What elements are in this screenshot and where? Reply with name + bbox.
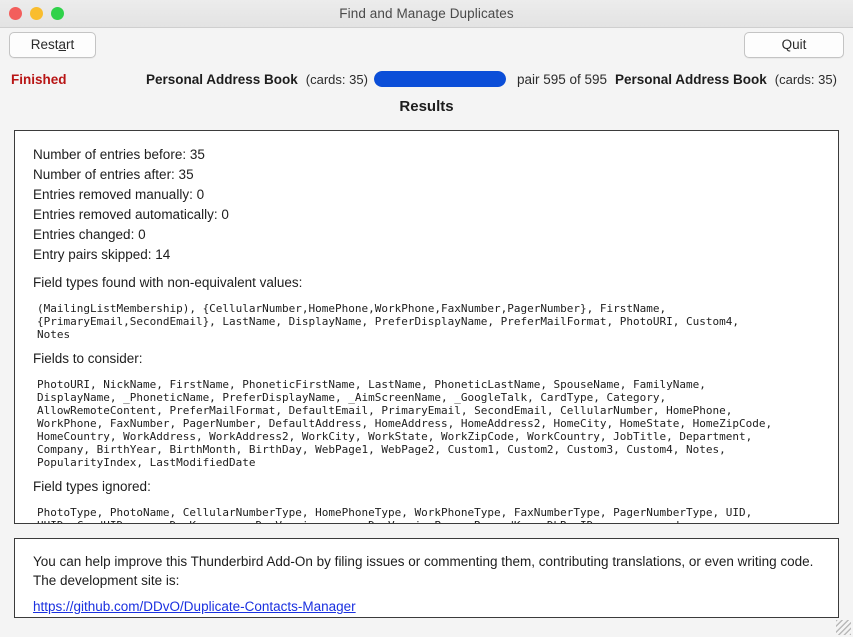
progress-bar-fill (374, 71, 506, 87)
window-title: Find and Manage Duplicates (339, 6, 514, 21)
restart-button-accesskey: a (58, 37, 67, 52)
info-text: You can help improve this Thunderbird Ad… (33, 554, 814, 588)
resize-grip[interactable] (836, 620, 851, 635)
summary-line: Number of entries after: 35 (33, 167, 194, 182)
quit-button[interactable]: Quit (744, 32, 844, 58)
fields-to-consider-list: PhotoURI, NickName, FirstName, PhoneticF… (37, 378, 773, 469)
info-panel: You can help improve this Thunderbird Ad… (14, 538, 839, 618)
non-equivalent-fields-title: Field types found with non-equivalent va… (33, 275, 303, 290)
fields-ignored-title: Field types ignored: (33, 479, 151, 494)
fields-to-consider-title: Fields to consider: (33, 351, 143, 366)
summary-line: Entries removed automatically: 0 (33, 207, 229, 222)
development-site-link[interactable]: https://github.com/DDvO/Duplicate-Contac… (33, 599, 356, 614)
results-panel: Number of entries before: 35 Number of e… (14, 130, 839, 524)
restart-button[interactable]: Restart (9, 32, 96, 58)
target-address-book-name: Personal Address Book (615, 71, 767, 87)
non-equivalent-fields-list: (MailingListMembership), {CellularNumber… (37, 302, 739, 341)
minimize-window-button[interactable] (30, 7, 43, 20)
close-window-button[interactable] (9, 7, 22, 20)
target-address-book-count: (cards: 35) (774, 71, 837, 87)
restart-button-label-part1: Rest (30, 37, 59, 52)
summary-line: Number of entries before: 35 (33, 147, 205, 162)
window-controls (9, 0, 64, 27)
fields-ignored-list: PhotoType, PhotoName, CellularNumberType… (37, 506, 753, 523)
pair-counter: pair 595 of 595 (517, 71, 608, 87)
results-heading: Results (399, 98, 454, 115)
toolbar: Restart Quit (0, 30, 853, 62)
source-address-book-name: Personal Address Book (146, 71, 298, 87)
progress-bar (374, 71, 506, 87)
source-address-book: Personal Address Book (cards: 35) (146, 72, 368, 87)
target-address-book: Personal Address Book (cards: 35) (615, 72, 837, 87)
maximize-window-button[interactable] (51, 7, 64, 20)
summary-line: Entry pairs skipped: 14 (33, 247, 171, 262)
restart-button-label-part2: rt (66, 37, 75, 52)
summary-line: Entries removed manually: 0 (33, 187, 205, 202)
status-badge: Finished (11, 71, 67, 87)
summary-line: Entries changed: 0 (33, 227, 146, 242)
status-row: Finished Personal Address Book (cards: 3… (0, 66, 853, 92)
source-address-book-count: (cards: 35) (305, 71, 368, 87)
title-bar: Find and Manage Duplicates (0, 0, 853, 28)
app-window: Find and Manage Duplicates Restart Quit … (0, 0, 853, 637)
